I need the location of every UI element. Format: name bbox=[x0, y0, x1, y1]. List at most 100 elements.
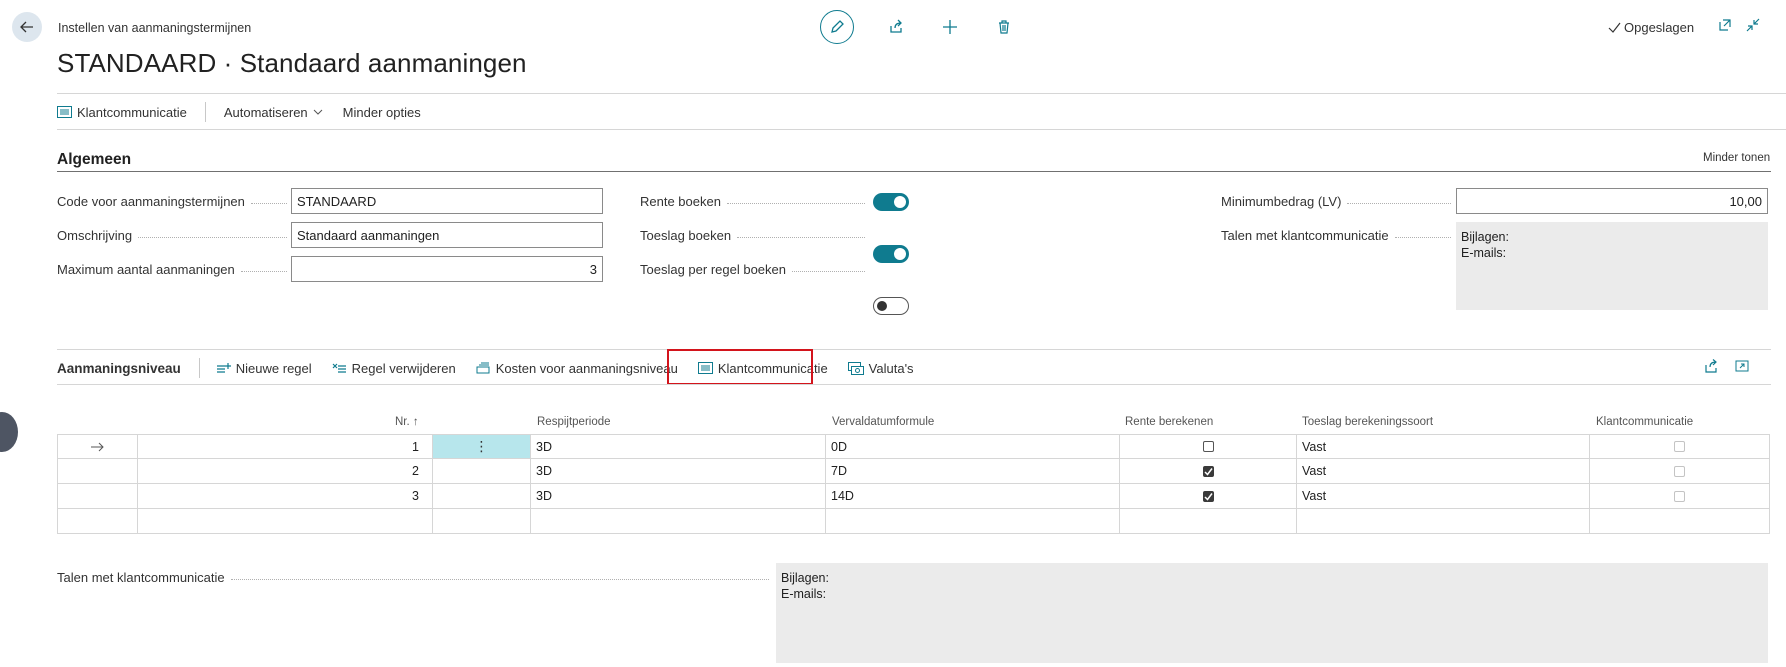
share-button[interactable] bbox=[884, 15, 908, 39]
row-indicator[interactable] bbox=[57, 509, 138, 533]
cell-verval[interactable]: 0D bbox=[826, 435, 1120, 458]
edit-button[interactable] bbox=[820, 10, 854, 44]
plus-icon bbox=[943, 20, 957, 34]
valuta-button[interactable]: Valuta's bbox=[847, 361, 914, 376]
row-indicator[interactable] bbox=[57, 459, 138, 483]
klant-checkbox bbox=[1674, 490, 1685, 502]
cell-verval[interactable]: 7D bbox=[826, 459, 1120, 483]
subpage-title[interactable]: Aanmaningsniveau bbox=[57, 361, 181, 376]
klantcommunicatie-action[interactable]: Klantcommunicatie bbox=[57, 105, 187, 120]
minder-opties-button[interactable]: Minder opties bbox=[343, 105, 421, 120]
action-divider bbox=[204, 102, 206, 122]
section-rule bbox=[57, 171, 1771, 172]
chevron-down-icon bbox=[313, 109, 323, 115]
table-row[interactable]: 2 3D 7D Vast bbox=[57, 459, 1770, 484]
new-button[interactable] bbox=[938, 15, 962, 39]
window-controls bbox=[1718, 18, 1760, 35]
regel-verwijderen-label: Regel verwijderen bbox=[351, 360, 456, 376]
cell-nr[interactable]: 3 bbox=[138, 484, 433, 508]
cell-verval[interactable]: 14D bbox=[826, 484, 1120, 508]
row-menu-cell[interactable] bbox=[433, 459, 531, 483]
cell-klant bbox=[1590, 509, 1770, 533]
klantcommunicatie-label: Klantcommunicatie bbox=[77, 104, 187, 120]
cell-nr[interactable] bbox=[138, 509, 433, 533]
talen-info-box: Bijlagen: E-mails: bbox=[1456, 222, 1768, 310]
rente-boeken-label: Rente boeken bbox=[640, 194, 865, 209]
cell-toeslag[interactable]: Vast bbox=[1297, 484, 1590, 508]
table-row[interactable]: 3 3D 14D Vast bbox=[57, 484, 1770, 509]
cell-rente[interactable] bbox=[1120, 435, 1297, 458]
col-header-rente[interactable]: Rente berekenen bbox=[1125, 416, 1213, 428]
col-header-toeslag[interactable]: Toeslag berekeningssoort bbox=[1302, 416, 1433, 428]
col-header-verval[interactable]: Vervaldatumformule bbox=[832, 416, 934, 428]
omschrijving-field[interactable]: Standaard aanmaningen bbox=[291, 222, 603, 248]
toeslag-per-regel-toggle[interactable] bbox=[873, 297, 909, 315]
collapse-button[interactable] bbox=[1746, 18, 1760, 35]
expand-icon bbox=[1735, 360, 1749, 372]
trash-icon bbox=[999, 20, 1009, 34]
row-indicator[interactable] bbox=[57, 484, 138, 508]
subpage-expand-button[interactable] bbox=[1735, 359, 1749, 376]
rente-checkbox[interactable] bbox=[1202, 441, 1214, 452]
col-header-nr[interactable]: Nr. ↑ bbox=[395, 416, 419, 428]
cell-nr[interactable]: 2 bbox=[138, 459, 433, 483]
cell-respijt[interactable]: 3D bbox=[531, 459, 826, 483]
section-title-algemeen[interactable]: Algemeen bbox=[57, 151, 131, 169]
saved-status: Opgeslagen bbox=[1608, 20, 1694, 35]
footer-talen-info-box: Bijlagen: E-mails: bbox=[776, 563, 1768, 663]
code-label: Code voor aanmaningstermijnen bbox=[57, 194, 287, 209]
rente-boeken-toggle[interactable] bbox=[873, 193, 909, 211]
new-line-icon bbox=[216, 363, 231, 373]
cell-toeslag[interactable]: Vast bbox=[1297, 459, 1590, 483]
open-new-window-icon bbox=[1719, 19, 1731, 31]
rente-checkbox[interactable] bbox=[1202, 490, 1214, 502]
breadcrumb[interactable]: Instellen van aanmaningstermijnen bbox=[58, 21, 251, 35]
check-icon bbox=[1203, 492, 1213, 501]
document-icon bbox=[57, 106, 72, 118]
header-divider bbox=[57, 93, 1786, 94]
cell-toeslag[interactable] bbox=[1297, 509, 1590, 533]
cell-respijt[interactable]: 3D bbox=[531, 484, 826, 508]
kosten-button[interactable]: Kosten voor aanmaningsniveau bbox=[476, 361, 678, 376]
minimumbedrag-label: Minimumbedrag (LV) bbox=[1221, 194, 1451, 209]
open-new-window-button[interactable] bbox=[1718, 18, 1732, 35]
row-menu-button[interactable]: ⋮ bbox=[433, 435, 531, 458]
footer-emails-label: E-mails: bbox=[781, 587, 827, 601]
row-indicator[interactable] bbox=[57, 435, 138, 458]
cell-rente[interactable] bbox=[1120, 484, 1297, 508]
regel-verwijderen-button[interactable]: Regel verwijderen bbox=[332, 361, 456, 376]
kosten-label: Kosten voor aanmaningsniveau bbox=[495, 360, 678, 376]
minder-tonen-link[interactable]: Minder tonen bbox=[1703, 152, 1770, 164]
talen-label: Talen met klantcommunicatie bbox=[1221, 228, 1451, 243]
rente-checkbox[interactable] bbox=[1202, 465, 1214, 477]
toeslag-boeken-toggle[interactable] bbox=[873, 245, 909, 263]
highlight-box bbox=[667, 349, 813, 385]
max-aanmaningen-label: Maximum aantal aanmaningen bbox=[57, 262, 287, 277]
table-row-empty[interactable] bbox=[57, 509, 1770, 534]
back-button[interactable] bbox=[12, 12, 42, 42]
cell-nr[interactable]: 1 bbox=[138, 435, 433, 458]
row-menu-cell[interactable] bbox=[433, 484, 531, 508]
cell-respijt[interactable] bbox=[531, 509, 826, 533]
cell-rente[interactable] bbox=[1120, 459, 1297, 483]
klant-checkbox bbox=[1674, 441, 1685, 452]
table-row[interactable]: 1 ⋮ 3D 0D Vast bbox=[57, 434, 1770, 459]
delete-button[interactable] bbox=[992, 15, 1016, 39]
code-field[interactable]: STANDAARD bbox=[291, 188, 603, 214]
cell-toeslag[interactable]: Vast bbox=[1297, 435, 1590, 458]
nieuwe-regel-button[interactable]: Nieuwe regel bbox=[216, 361, 312, 376]
cell-rente[interactable] bbox=[1120, 509, 1297, 533]
automatiseren-menu[interactable]: Automatiseren bbox=[224, 105, 323, 120]
minimumbedrag-field[interactable]: 10,00 bbox=[1456, 188, 1768, 214]
side-panel-handle[interactable] bbox=[0, 412, 18, 452]
minder-opties-label: Minder opties bbox=[342, 104, 421, 120]
page-title: STANDAARD · Standaard aanmaningen bbox=[57, 48, 527, 78]
cell-respijt[interactable]: 3D bbox=[531, 435, 826, 458]
max-aanmaningen-field[interactable]: 3 bbox=[291, 256, 603, 282]
subpage-share-button[interactable] bbox=[1704, 359, 1719, 376]
col-header-respijt[interactable]: Respijtperiode bbox=[537, 416, 611, 428]
row-menu-cell[interactable] bbox=[433, 509, 531, 533]
cell-verval[interactable] bbox=[826, 509, 1120, 533]
col-header-klant[interactable]: Klantcommunicatie bbox=[1596, 416, 1693, 428]
cell-klant bbox=[1590, 459, 1770, 483]
